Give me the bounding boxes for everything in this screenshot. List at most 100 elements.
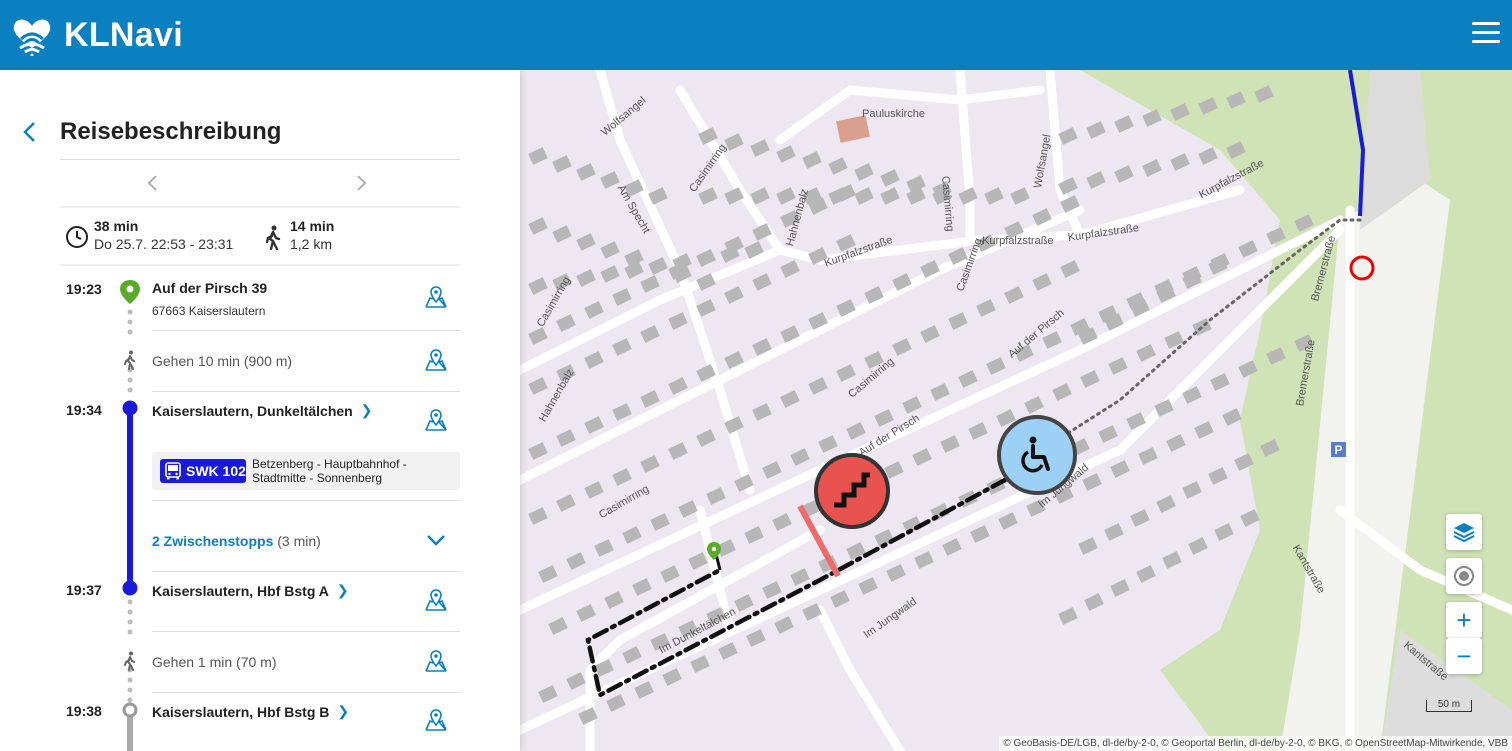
show-on-map-icon[interactable] [424,285,448,309]
divider [152,631,460,632]
route-map[interactable]: P Pauluskirche Wolfsangel Wolfsangel Am … [520,70,1512,751]
building [1114,165,1134,183]
building [1080,370,1100,388]
building [634,681,654,699]
building [640,325,660,343]
building [1210,373,1230,391]
show-on-map-icon[interactable] [424,348,448,372]
alight-stop-link[interactable]: Kaiserslautern, Hbf Bstg A ❯ [152,582,349,599]
layers-button[interactable] [1446,514,1482,550]
building [576,269,596,287]
chevron-right-icon: ❯ [336,582,349,598]
building [902,396,922,414]
building [920,325,940,343]
building [584,416,604,434]
building [914,551,934,569]
intermediate-stops-toggle[interactable]: 2 Zwischenstopps (3 min) [152,533,321,549]
building [1058,127,1078,145]
building [600,171,620,189]
building [706,487,726,505]
board-stop-link[interactable]: Kaiserslautern, Dunkeltälchen ❯ [152,402,372,419]
hamburger-menu-icon[interactable] [1472,22,1500,44]
building [854,163,874,181]
building [930,383,950,401]
building [750,139,770,157]
building [678,500,698,518]
building [1194,421,1214,439]
walk-leg-2: Gehen 1 min (70 m) [152,654,277,670]
building [578,707,598,725]
building [1156,495,1176,513]
show-on-map-icon[interactable] [424,708,448,732]
next-trip-button[interactable] [356,174,376,194]
previous-trip-button[interactable] [146,174,166,194]
walking-icon [124,350,135,370]
building [660,565,680,583]
building [528,217,548,235]
show-on-map-icon[interactable] [424,649,448,673]
building [1238,240,1258,258]
building [690,655,710,673]
building [1084,593,1104,611]
show-on-map-icon[interactable] [424,408,448,432]
wheelchair-accessible-marker[interactable] [997,415,1077,495]
show-on-map-icon[interactable] [424,588,448,612]
locate-button[interactable] [1446,558,1482,594]
chevron-down-icon[interactable] [424,528,448,552]
building [1098,425,1118,443]
divider [152,692,460,693]
zoom-in-button[interactable]: + [1446,602,1482,638]
back-button[interactable] [22,120,46,144]
building [1010,187,1030,205]
building [552,155,572,173]
building [734,594,754,612]
walk-leg-1: Gehen 10 min (900 m) [152,353,293,369]
building [640,390,660,408]
building [880,169,900,187]
building [744,526,764,544]
app-header: KLNavi [0,0,1512,70]
building [528,327,548,345]
app-logo[interactable] [12,14,52,56]
building [548,617,568,635]
building [552,225,572,243]
building [976,299,996,317]
building [556,314,576,332]
building [624,261,644,279]
divider [60,159,460,160]
building [942,538,962,556]
map-attribution[interactable]: © GeoBasis-DE/LGB, dl-de/by-2-0, © Geopo… [999,736,1512,751]
journey-timeline [120,280,140,751]
divider [60,264,460,266]
building [874,409,894,427]
chevron-right-icon [357,175,367,191]
building [1110,460,1130,478]
building [892,338,912,356]
stairs-obstacle-marker[interactable] [814,453,890,529]
building [640,275,660,293]
building [528,507,548,525]
building [600,265,620,283]
alight-stop-dot [122,580,138,596]
building [1222,408,1242,426]
building [1136,344,1156,362]
divider [152,571,460,572]
building [808,377,828,395]
next-stop-link[interactable]: Kaiserslautern, Hbf Bstg B ❯ [152,703,349,720]
clock-icon [66,226,88,248]
building [648,257,668,275]
building [1136,565,1156,583]
walking-icon [265,225,281,250]
page-title: Reisebeschreibung [60,118,282,145]
building [752,273,772,291]
building [556,494,576,512]
building [696,249,716,267]
trip-pager [60,162,460,206]
building [724,286,744,304]
building [1170,153,1190,171]
building [830,590,850,608]
map-label-church: Pauluskirche [862,108,925,120]
map-label-street: Kurpfalzstraße [982,235,1054,247]
zoom-out-button[interactable]: − [1446,638,1482,674]
building [958,370,978,388]
